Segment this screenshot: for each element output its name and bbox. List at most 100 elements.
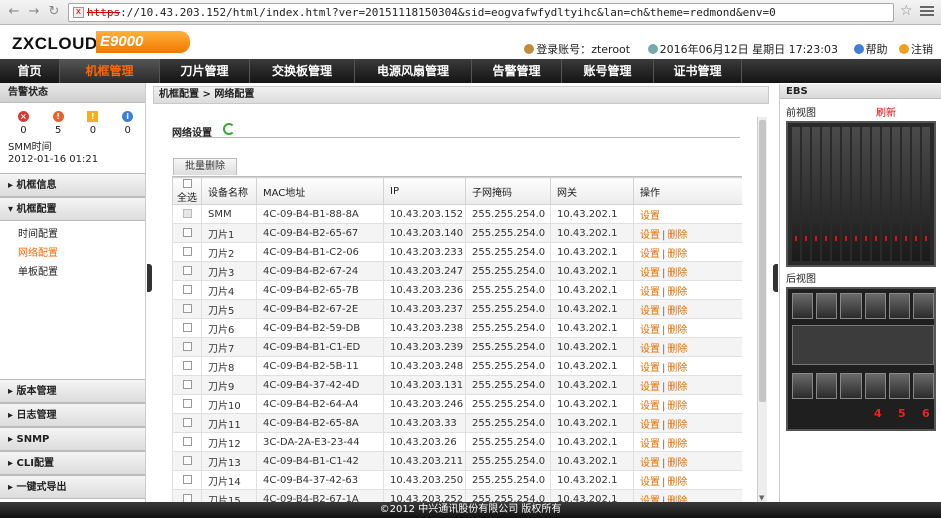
- row-checkbox[interactable]: [182, 380, 192, 389]
- delete-link[interactable]: 删除: [667, 477, 687, 488]
- chassis-front-image[interactable]: [786, 121, 936, 267]
- help-link[interactable]: 帮助: [866, 43, 888, 56]
- section-version[interactable]: ▸ 版本管理: [0, 379, 145, 403]
- delete-link[interactable]: 删除: [667, 249, 687, 260]
- section-snmp[interactable]: ▸ SNMP: [0, 427, 145, 451]
- table-row[interactable]: 刀片7 4C-09-B4-B1-C1-ED 10.43.203.239 255.255…: [172, 337, 742, 357]
- refresh-link[interactable]: 刷新: [876, 104, 896, 119]
- row-checkbox-cell[interactable]: [172, 280, 202, 300]
- set-link[interactable]: 设置: [640, 268, 660, 279]
- select-all-checkbox[interactable]: [182, 178, 192, 188]
- chassis-rear-image[interactable]: 4 5 6: [786, 287, 936, 431]
- delete-link[interactable]: 删除: [667, 458, 687, 469]
- nav-cert[interactable]: 证书管理: [654, 59, 742, 83]
- set-link[interactable]: 设置: [640, 363, 660, 374]
- set-link[interactable]: 设置: [640, 249, 660, 260]
- set-link[interactable]: 设置: [640, 230, 660, 241]
- table-row[interactable]: SMM 4C-09-B4-B1-88-8A 10.43.203.152 255.255…: [172, 204, 742, 224]
- row-checkbox[interactable]: [182, 475, 192, 484]
- row-checkbox-cell[interactable]: [172, 356, 202, 376]
- row-checkbox[interactable]: [182, 304, 192, 313]
- table-row[interactable]: 刀片12 3C-DA-2A-E3-23-44 10.43.203.26 255.255…: [172, 432, 742, 452]
- logout-link[interactable]: 注销: [911, 43, 933, 56]
- browser-menu-icon[interactable]: [920, 4, 934, 18]
- set-link[interactable]: 设置: [640, 439, 660, 450]
- row-checkbox-cell[interactable]: [172, 337, 202, 357]
- table-row[interactable]: 刀片10 4C-09-B4-B2-64-A4 10.43.203.246 255.25…: [172, 394, 742, 414]
- table-scrollbar[interactable]: ▼: [757, 117, 767, 502]
- blade-slot[interactable]: [822, 127, 830, 261]
- delete-link[interactable]: 删除: [667, 382, 687, 393]
- address-bar[interactable]: x https://10.43.203.152/html/index.html?…: [68, 3, 894, 22]
- forward-arrow-icon[interactable]: →: [26, 4, 42, 20]
- set-link[interactable]: 设置: [640, 401, 660, 412]
- row-checkbox[interactable]: [182, 266, 192, 275]
- delete-link[interactable]: 删除: [667, 287, 687, 298]
- row-checkbox-cell[interactable]: [172, 413, 202, 433]
- section-cli[interactable]: ▸ CLI配置: [0, 451, 145, 475]
- set-link[interactable]: 设置: [640, 420, 660, 431]
- row-checkbox[interactable]: [182, 342, 192, 351]
- table-row[interactable]: 刀片15 4C-09-B4-B2-67-1A 10.43.203.252 255.25…: [172, 489, 742, 502]
- bookmark-star-icon[interactable]: ☆: [900, 3, 913, 19]
- sidebar-item-network-config[interactable]: 网络配置: [18, 244, 58, 259]
- blade-slot[interactable]: [862, 127, 870, 261]
- section-log[interactable]: ▸ 日志管理: [0, 403, 145, 427]
- nav-chassis[interactable]: 机框管理: [60, 59, 160, 83]
- nav-blade[interactable]: 刀片管理: [160, 59, 250, 83]
- delete-link[interactable]: 删除: [667, 401, 687, 412]
- set-link[interactable]: 设置: [640, 306, 660, 317]
- set-link[interactable]: 设置: [640, 477, 660, 488]
- batch-delete-button[interactable]: 批量删除: [173, 158, 237, 175]
- sidebar-item-time-config[interactable]: 时间配置: [18, 225, 58, 240]
- delete-link[interactable]: 删除: [667, 439, 687, 450]
- blade-slot[interactable]: [832, 127, 840, 261]
- section-chassis-config[interactable]: ▾ 机框配置: [0, 197, 145, 221]
- refresh-icon[interactable]: [223, 123, 235, 135]
- table-row[interactable]: 刀片1 4C-09-B4-B2-65-67 10.43.203.140 255.255…: [172, 223, 742, 243]
- blade-slot[interactable]: [872, 127, 880, 261]
- table-row[interactable]: 刀片14 4C-09-B4-37-42-63 10.43.203.250 255.25…: [172, 470, 742, 490]
- left-collapse-handle[interactable]: [147, 264, 152, 292]
- row-checkbox-cell[interactable]: [172, 451, 202, 471]
- row-checkbox[interactable]: [182, 494, 192, 502]
- sidebar-item-board-config[interactable]: 单板配置: [18, 263, 58, 278]
- set-link[interactable]: 设置: [640, 458, 660, 469]
- row-checkbox-cell[interactable]: [172, 394, 202, 414]
- alarm-info[interactable]: i 0: [110, 111, 145, 136]
- back-arrow-icon[interactable]: ←: [6, 4, 22, 20]
- help-icon[interactable]: [853, 44, 864, 54]
- set-link[interactable]: 设置: [640, 382, 660, 393]
- blade-slot[interactable]: [892, 127, 900, 261]
- row-checkbox[interactable]: [182, 456, 192, 465]
- table-row[interactable]: 刀片9 4C-09-B4-37-42-4D 10.43.203.131 255.255…: [172, 375, 742, 395]
- table-row[interactable]: 刀片5 4C-09-B4-B2-67-2E 10.43.203.237 255.255…: [172, 299, 742, 319]
- row-checkbox[interactable]: [182, 285, 192, 294]
- row-checkbox[interactable]: [182, 228, 192, 237]
- insecure-lock-icon[interactable]: x: [73, 7, 84, 18]
- logout-icon[interactable]: [899, 44, 909, 54]
- row-checkbox[interactable]: [182, 323, 192, 332]
- set-link[interactable]: 设置: [640, 211, 660, 222]
- blade-slot[interactable]: [792, 127, 800, 261]
- blade-slot[interactable]: [842, 127, 850, 261]
- set-link[interactable]: 设置: [640, 287, 660, 298]
- delete-link[interactable]: 删除: [667, 363, 687, 374]
- row-checkbox-cell[interactable]: [172, 242, 202, 262]
- row-checkbox-cell[interactable]: [172, 204, 202, 224]
- table-row[interactable]: 刀片13 4C-09-B4-B1-C1-42 10.43.203.211 255.25…: [172, 451, 742, 471]
- row-checkbox-cell[interactable]: [172, 299, 202, 319]
- blade-slot[interactable]: [912, 127, 920, 261]
- delete-link[interactable]: 删除: [667, 230, 687, 241]
- right-collapse-handle[interactable]: [773, 264, 778, 292]
- row-checkbox-cell[interactable]: [172, 489, 202, 502]
- reload-icon[interactable]: ↻: [46, 4, 62, 20]
- alarm-major[interactable]: ! 5: [41, 111, 76, 136]
- delete-link[interactable]: 删除: [667, 344, 687, 355]
- table-row[interactable]: 刀片3 4C-09-B4-B2-67-24 10.43.203.247 255.255…: [172, 261, 742, 281]
- nav-switch[interactable]: 交换板管理: [250, 59, 355, 83]
- blade-slot[interactable]: [902, 127, 910, 261]
- scrollbar-thumb[interactable]: [759, 120, 766, 402]
- row-checkbox-cell[interactable]: [172, 223, 202, 243]
- select-all-header[interactable]: 全选: [172, 177, 202, 205]
